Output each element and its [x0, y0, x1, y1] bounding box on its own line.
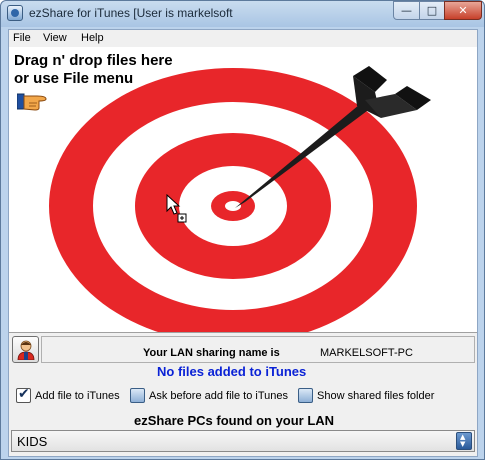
- checkbox-label: Show shared files folder: [317, 390, 435, 402]
- menu-view[interactable]: View: [43, 32, 67, 44]
- maximize-button[interactable]: □: [419, 1, 445, 20]
- user-avatar-icon: [17, 340, 35, 360]
- pointing-hand-icon: [17, 93, 47, 111]
- app-window: ezShare for iTunes [User is markelsoft —…: [0, 0, 485, 460]
- drop-hint-text: Drag n' drop files here or use File menu: [14, 52, 173, 87]
- dropdown-button[interactable]: ▲ ▼: [456, 432, 472, 450]
- checkbox-label: Ask before add file to iTunes: [149, 390, 289, 402]
- lan-sharing-label: Your LAN sharing name is: [143, 347, 280, 359]
- minimize-button[interactable]: —: [393, 1, 420, 20]
- menu-bar: File View Help: [9, 30, 477, 47]
- lan-pc-select[interactable]: KIDS ▲ ▼: [11, 430, 475, 452]
- checkbox-label: Add file to iTunes: [35, 390, 120, 402]
- up-down-arrow-icon: ▲ ▼: [460, 433, 466, 448]
- close-button[interactable]: ✕: [444, 1, 482, 20]
- menu-help[interactable]: Help: [81, 32, 104, 44]
- drag-cursor-icon: [166, 194, 187, 223]
- status-message: No files added to iTunes: [157, 364, 307, 379]
- window-title: ezShare for iTunes [User is markelsoft: [29, 6, 233, 20]
- app-icon: [7, 5, 23, 21]
- checkbox-box[interactable]: ✔: [16, 386, 31, 403]
- menu-file[interactable]: File: [13, 32, 31, 44]
- checkmark-icon: ✔: [18, 386, 30, 402]
- lan-sharing-name: MARKELSOFT-PC: [320, 347, 413, 359]
- file-drop-zone[interactable]: Drag n' drop files here or use File menu: [9, 48, 477, 350]
- checkbox-box[interactable]: [130, 388, 145, 403]
- user-avatar-button[interactable]: [12, 336, 39, 363]
- checkbox-box[interactable]: [298, 388, 313, 403]
- lan-name-panel: Your LAN sharing name is MARKELSOFT-PC: [41, 336, 475, 363]
- selected-pc-value: KIDS: [17, 434, 48, 449]
- lan-pcs-heading: ezShare PCs found on your LAN: [134, 413, 335, 428]
- target-icon: [49, 66, 431, 344]
- bottom-panel: Your LAN sharing name is MARKELSOFT-PC N…: [9, 332, 477, 456]
- client-area: File View Help Drag n' drop files here o…: [8, 29, 478, 457]
- title-bar[interactable]: ezShare for iTunes [User is markelsoft —…: [1, 1, 484, 27]
